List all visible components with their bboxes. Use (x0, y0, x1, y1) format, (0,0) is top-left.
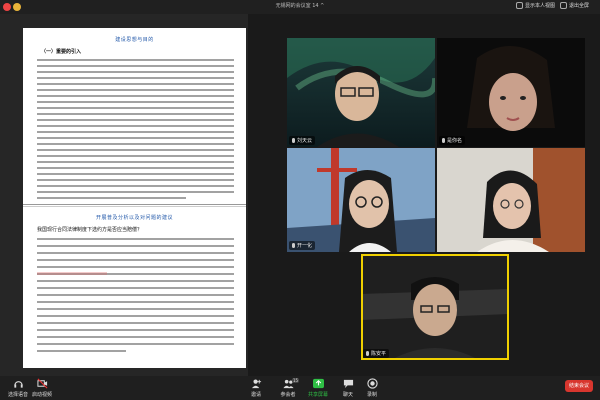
start-video-label: 启动视频 (31, 392, 52, 398)
participant-2-name: 是你名 (447, 138, 463, 144)
invite-label: 邀请 (250, 392, 261, 398)
invite-icon (251, 379, 261, 389)
end-meeting-label: 结束会议 (565, 380, 593, 392)
show-self-view-label: 显示本人视图 (525, 3, 556, 9)
share-screen-icon (312, 378, 324, 389)
participants-label: 参会者 (280, 392, 296, 398)
window-titlebar: 无锡网的会议室 14 ^ 显示本人视图 退出全屏 (0, 0, 600, 14)
participant-1-nametag: 刘天云 (289, 136, 316, 145)
page-break (23, 204, 246, 205)
meeting-title[interactable]: 无锡网的会议室 14 ^ (0, 2, 600, 9)
view-icon (516, 2, 523, 9)
document-paragraph-intro: 我国现行合同法律制度下选约方是否应当赔偿？ (37, 227, 143, 233)
shared-screen-area[interactable]: 建设思想与目的 （一）重要的引入 开展普及分析以及对问题的建议 我国现行合同法律… (0, 14, 248, 376)
headphones-icon (13, 381, 23, 388)
microphone-icon (292, 243, 295, 248)
microphone-icon (366, 351, 369, 356)
participant-5-video (361, 254, 509, 360)
participant-3-video (287, 148, 435, 252)
end-meeting-button[interactable]: 结束会议 (560, 378, 598, 392)
exit-fullscreen-button[interactable]: 退出全屏 (560, 1, 589, 12)
show-self-view-button[interactable]: 显示本人视图 (516, 1, 555, 12)
participant-2-video (467, 45, 555, 131)
participant-1-name: 刘天云 (297, 138, 313, 144)
participant-3-nametag: 开一化 (289, 241, 316, 250)
exit-fullscreen-icon (560, 2, 567, 9)
participant-1-video (287, 38, 435, 147)
invite-button[interactable]: 邀请 (238, 378, 274, 398)
participant-5-nametag: 陈安平 (363, 349, 390, 358)
shared-document-page: 建设思想与目的 （一）重要的引入 开展普及分析以及对问题的建议 我国现行合同法律… (23, 28, 246, 368)
video-camera-off-icon (36, 378, 47, 389)
record-button[interactable]: 录制 (354, 378, 390, 398)
microphone-icon (292, 138, 295, 143)
participant-5-name: 陈安平 (371, 351, 387, 357)
microphone-icon (442, 138, 445, 143)
video-tile-active-speaker[interactable]: 陈安平 (361, 254, 509, 360)
participant-2-nametag: 是你名 (439, 136, 466, 145)
meeting-toolbar: 选择语音 启动视频 邀请 参会者 15 共享屏幕 聊天 录制 结束会议 (0, 376, 600, 400)
exit-fullscreen-label: 退出全屏 (569, 3, 590, 9)
share-screen-label: 共享屏幕 (307, 392, 328, 398)
start-video-button[interactable]: 启动视频 (24, 378, 60, 398)
chat-label: 聊天 (342, 392, 353, 398)
document-heading-2: 开展普及分析以及对问题的建议 (95, 215, 173, 221)
participants-count-badge: 15 (292, 378, 300, 383)
participant-4-video (437, 148, 585, 252)
document-heading-1: 建设思想与目的 (115, 37, 154, 43)
text-highlight (37, 272, 107, 275)
record-icon (366, 378, 378, 389)
document-subheading-1: （一）重要的引入 (41, 49, 82, 55)
chat-icon (343, 379, 353, 389)
record-label: 录制 (366, 392, 377, 398)
video-tile-participant-4[interactable] (437, 148, 585, 252)
video-tile-participant-3[interactable]: 开一化 (287, 148, 435, 252)
video-tile-participant-2[interactable]: 是你名 (437, 38, 585, 147)
video-tile-participant-1[interactable]: 刘天云 (287, 38, 435, 147)
participant-3-name: 开一化 (297, 243, 313, 249)
